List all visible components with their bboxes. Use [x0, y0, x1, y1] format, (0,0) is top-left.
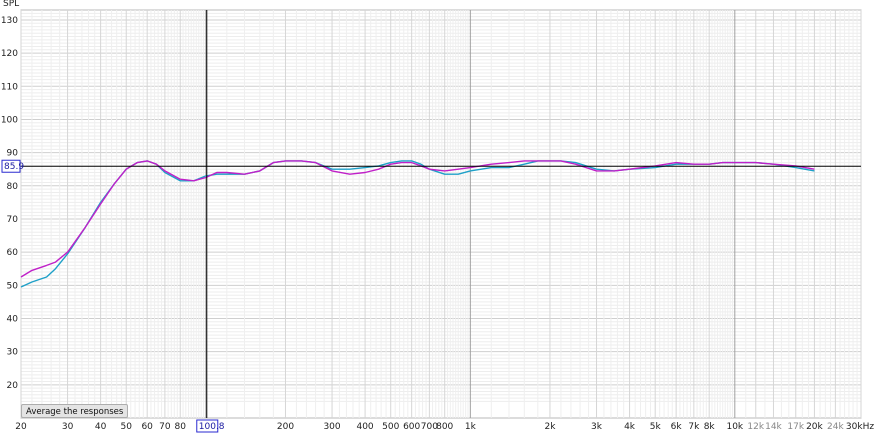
- cursor-frequency-readout: 100.8: [199, 422, 225, 432]
- x-tick-label: 17k: [787, 422, 804, 432]
- y-tick-label: 70: [7, 215, 19, 225]
- y-tick-label: 120: [1, 49, 18, 59]
- x-tick-label: 800: [436, 422, 453, 432]
- average-responses-button[interactable]: Average the responses: [21, 404, 129, 418]
- x-tick-label: 400: [356, 422, 373, 432]
- y-axis-title: SPL: [3, 0, 19, 9]
- y-tick-label: 110: [1, 82, 18, 92]
- x-tick-label: 6k: [671, 422, 683, 432]
- x-tick-label: 80: [175, 422, 187, 432]
- x-tick-label: 70: [159, 422, 171, 432]
- x-tick-label: 3k: [591, 422, 603, 432]
- x-tick-label: 20: [15, 422, 27, 432]
- y-tick-label: 130: [1, 16, 18, 26]
- x-tick-label: 30kHz: [846, 422, 874, 432]
- cursor-spl-readout: 85.9: [4, 162, 24, 172]
- x-tick-label: 4k: [624, 422, 636, 432]
- y-tick-label: 80: [7, 182, 19, 192]
- y-tick-label: 50: [7, 281, 19, 291]
- y-tick-label: 100: [1, 115, 18, 125]
- x-tick-label: 50: [121, 422, 133, 432]
- y-tick-label: 30: [7, 348, 19, 358]
- x-tick-label: 60: [141, 422, 153, 432]
- x-tick-label: 2k: [544, 422, 556, 432]
- y-tick-label: 40: [7, 314, 19, 324]
- x-tick-label: 12k: [747, 422, 764, 432]
- x-tick-label: 300: [323, 422, 340, 432]
- x-tick-label: 5k: [650, 422, 662, 432]
- x-tick-label: 600: [403, 422, 420, 432]
- frequency-response-graph[interactable]: 20 30 40 50 60 70 80 90 100 110 120 130 20 30 40 50 60 7…: [0, 0, 877, 434]
- x-tick-label: 1k: [465, 422, 477, 432]
- x-tick-label: 8k: [704, 422, 716, 432]
- x-tick-label: 20k: [806, 422, 823, 432]
- x-tick-label: 30: [62, 422, 74, 432]
- x-tick-label: 14k: [765, 422, 782, 432]
- y-tick-label: 90: [7, 149, 19, 159]
- x-tick-label: 7k: [688, 422, 700, 432]
- y-tick-label: 20: [7, 381, 19, 391]
- y-tick-label: 60: [7, 248, 19, 258]
- x-tick-label: 40: [95, 422, 107, 432]
- x-tick-label: 200: [277, 422, 294, 432]
- x-tick-label: 24k: [827, 422, 844, 432]
- x-tick-label: 10k: [726, 422, 743, 432]
- x-tick-label: 500: [382, 422, 399, 432]
